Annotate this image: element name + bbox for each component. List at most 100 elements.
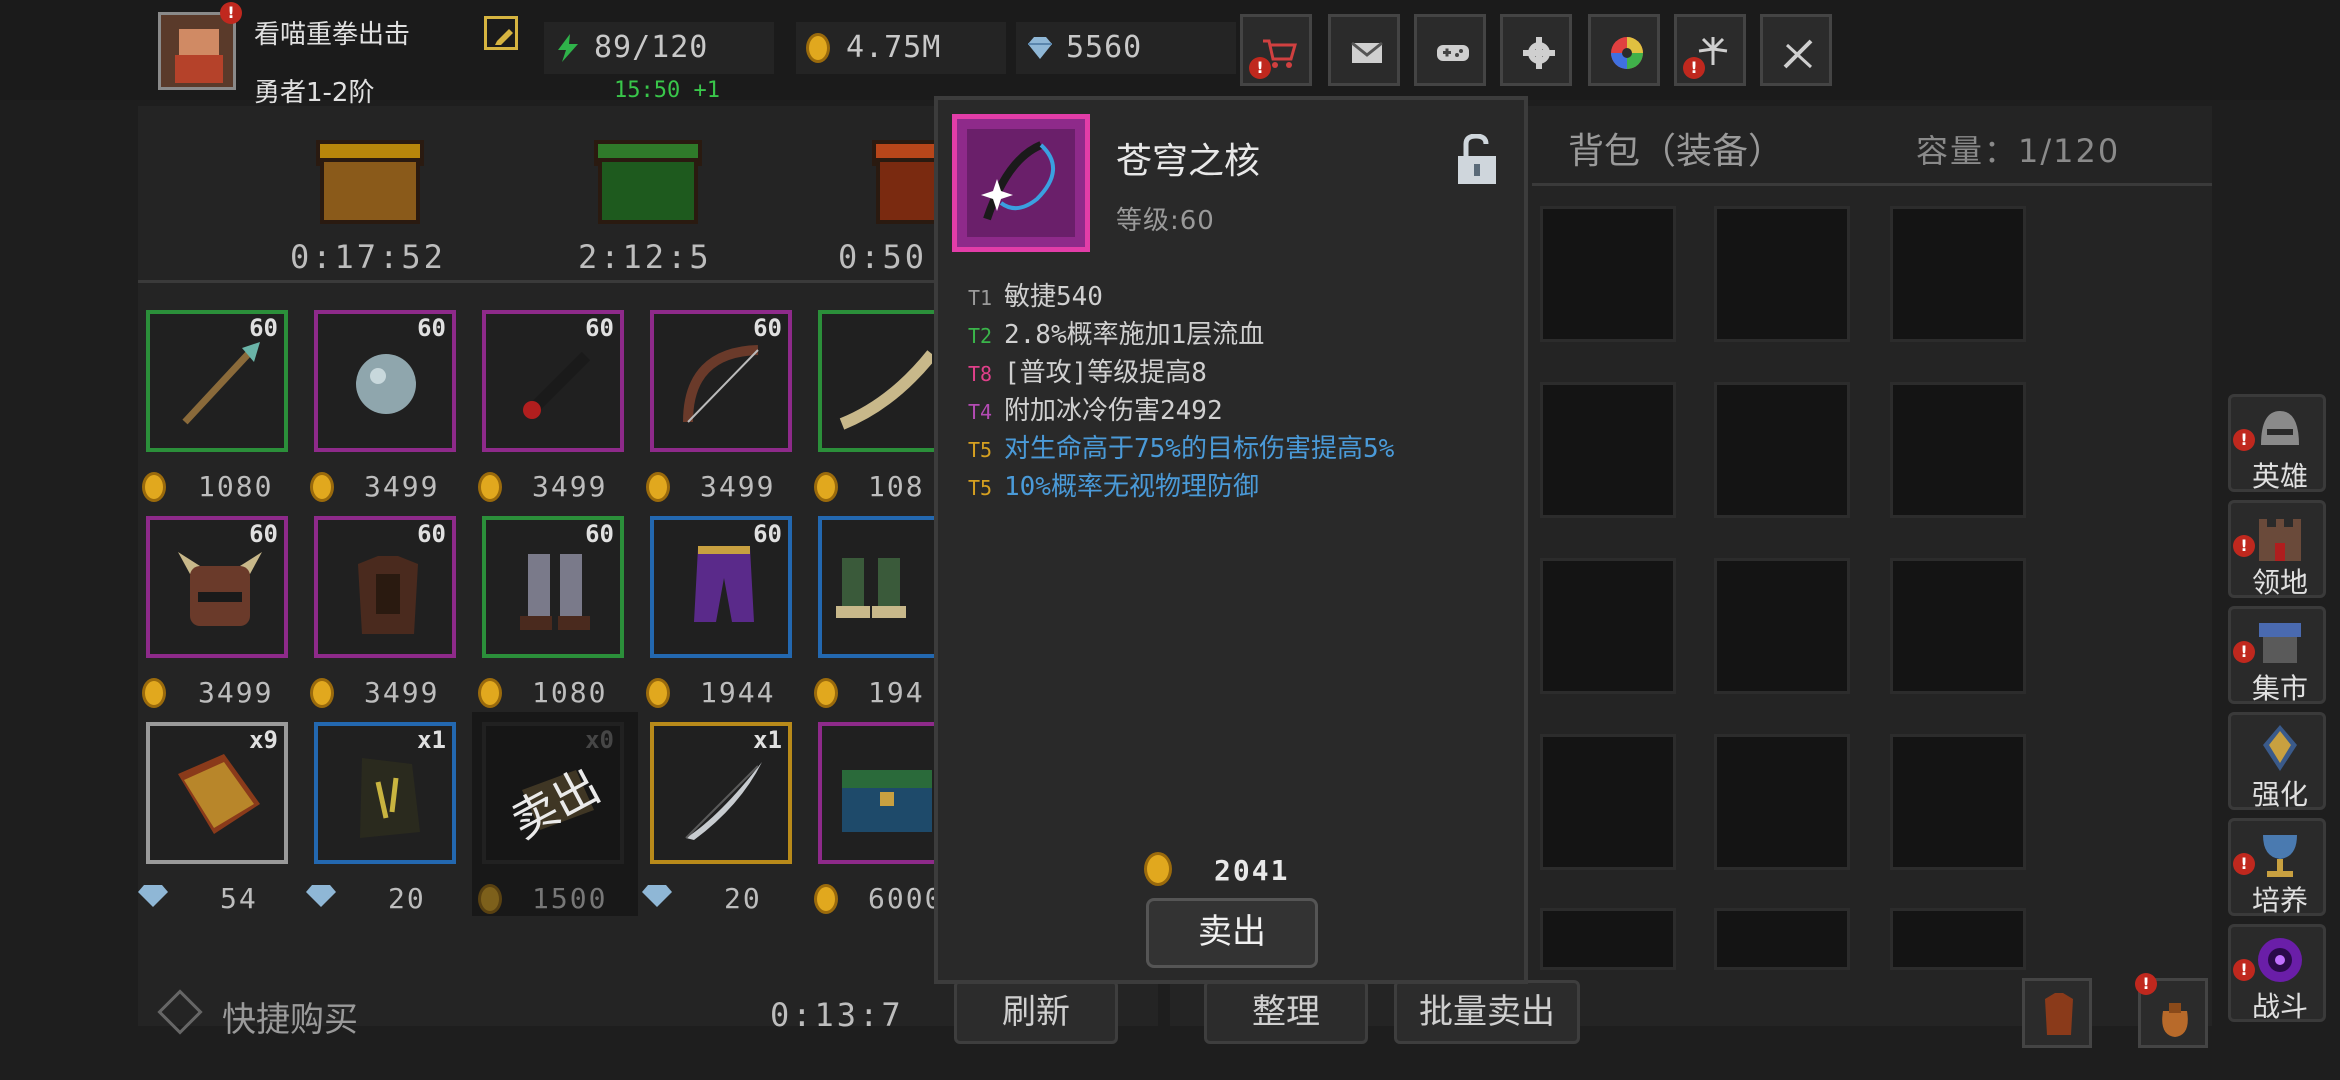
stamina-value: 89/120 xyxy=(594,30,709,65)
sort-button[interactable]: 整理 xyxy=(1204,980,1368,1044)
item-attribute: T8 [普攻]等级提高8 xyxy=(968,352,1207,389)
fireworks-button[interactable]: ! xyxy=(1674,14,1746,86)
shop-item-bow[interactable]: 60 xyxy=(650,310,792,452)
bag-divider xyxy=(1532,183,2212,186)
bulk-sell-button[interactable]: 批量卖出 xyxy=(1394,980,1580,1044)
side-nav-hero[interactable]: ! 英雄 xyxy=(2228,394,2326,493)
chest-body xyxy=(598,158,698,224)
bag-slot[interactable] xyxy=(1890,558,2026,694)
gold-coin-icon xyxy=(310,472,334,502)
material-alert-icon: ! xyxy=(2135,973,2157,995)
attribute-tier: T1 xyxy=(968,286,993,310)
chest-timer-2: 2:12:5 xyxy=(578,238,712,276)
shop-item-spear[interactable]: 60 xyxy=(146,310,288,452)
sword-cancel-icon xyxy=(1783,39,1813,69)
bag-slot[interactable] xyxy=(1714,734,1850,870)
shop-item-dagger[interactable]: 60 xyxy=(482,310,624,452)
boots-icon xyxy=(836,558,906,618)
shop-item-pants[interactable]: 60 xyxy=(650,516,792,658)
player-avatar[interactable] xyxy=(158,12,236,90)
stamina-display: 89/120 xyxy=(544,22,774,74)
shop-item-greaves[interactable]: 60 xyxy=(482,516,624,658)
color-wheel-button[interactable] xyxy=(1588,14,1660,86)
edit-name-icon[interactable] xyxy=(484,16,518,50)
shop-item-rune-stone[interactable]: x1 xyxy=(314,722,456,864)
attribute-tier: T8 xyxy=(968,362,993,386)
bag-slot[interactable] xyxy=(1890,206,2026,342)
diamond-icon xyxy=(642,885,672,907)
shop-cart-button[interactable]: ! xyxy=(1240,14,1312,86)
cart-alert-icon: ! xyxy=(1249,57,1271,79)
item-attribute: T5 10%概率无视物理防御 xyxy=(968,466,1259,503)
side-nav-enhance[interactable]: 强化 xyxy=(2228,712,2326,811)
gold-coin-icon xyxy=(478,678,502,708)
armor-filter-icon xyxy=(2045,993,2073,1035)
bag-title: 背包（装备） xyxy=(1568,131,1785,172)
refresh-button[interactable]: 刷新 xyxy=(954,980,1118,1044)
bag-slot[interactable] xyxy=(1890,908,2026,970)
gamepad-button[interactable] xyxy=(1414,14,1486,86)
bag-slot[interactable] xyxy=(1714,382,1850,518)
side-nav-market[interactable]: ! 集市 xyxy=(2228,606,2326,705)
player-rank: 勇者1-2阶 xyxy=(254,78,375,108)
item-price: 108 xyxy=(868,470,925,503)
shop-item-armor[interactable]: 60 xyxy=(314,516,456,658)
refresh-timer: 0:13:7 xyxy=(770,996,904,1034)
settings-button[interactable] xyxy=(1500,14,1572,86)
top-bar: ! 看喵重拳出击 勇者1-2阶 89/120 15:50 +1 4.75M 55… xyxy=(0,0,2340,108)
side-nav-territory[interactable]: ! 领地 xyxy=(2228,500,2326,599)
shop-item-treasure-chest[interactable] xyxy=(818,722,934,864)
bag-slot[interactable] xyxy=(1890,382,2026,518)
shop-item-book[interactable]: x9 xyxy=(146,722,288,864)
gold-coin-icon xyxy=(310,678,334,708)
diamond-icon xyxy=(1028,37,1052,59)
chest-timer-1: 0:17:52 xyxy=(290,238,446,276)
gold-coin-icon xyxy=(646,472,670,502)
item-price: 1080 xyxy=(532,676,608,709)
shop-item-feather[interactable]: x1 xyxy=(650,722,792,864)
side-nav-battle[interactable]: ! 战斗 xyxy=(2228,924,2326,1023)
shop-item-boots[interactable] xyxy=(818,516,934,658)
gold-coin-icon xyxy=(142,472,166,502)
attribute-tier: T2 xyxy=(968,324,993,348)
attribute-tier: T4 xyxy=(968,400,993,424)
mail-icon xyxy=(1351,41,1383,63)
bag-slot[interactable] xyxy=(1540,734,1676,870)
item-price: 20 xyxy=(388,882,426,915)
bag-slot[interactable] xyxy=(1714,908,1850,970)
gold-display: 4.75M xyxy=(796,22,1006,74)
chest-jade[interactable] xyxy=(588,128,708,228)
attribute-text: 2.8%概率施加1层流血 xyxy=(1004,320,1265,350)
gold-coin-icon xyxy=(142,678,166,708)
diamond-icon xyxy=(306,885,336,907)
bag-slot[interactable] xyxy=(1890,734,2026,870)
enhance-crystal-icon xyxy=(2263,725,2297,771)
shop-item-scythe[interactable] xyxy=(818,310,934,452)
shop-item-helmet[interactable]: 60 xyxy=(146,516,288,658)
rune-stone-icon xyxy=(360,758,420,838)
side-nav-cultivate[interactable]: ! 培养 xyxy=(2228,818,2326,917)
chest-wooden[interactable] xyxy=(310,128,430,228)
bag-slot[interactable] xyxy=(1540,908,1676,970)
sword-cancel-button[interactable] xyxy=(1760,14,1832,86)
side-nav-label: 培养 xyxy=(2251,884,2308,917)
item-attribute: T5 对生命高于75%的目标伤害提高5% xyxy=(968,428,1394,465)
color-wheel-icon xyxy=(1611,37,1643,69)
equipment-filter-button[interactable] xyxy=(2022,978,2092,1048)
bag-slot[interactable] xyxy=(1540,206,1676,342)
shop-item-orb[interactable]: 60 xyxy=(314,310,456,452)
item-price: 194 xyxy=(868,676,925,709)
bag-slot[interactable] xyxy=(1540,558,1676,694)
mail-button[interactable] xyxy=(1328,14,1400,86)
chest-timer-3: 0:50 xyxy=(838,238,928,276)
gold-coin-icon xyxy=(814,678,838,708)
cultivate-alert-icon: ! xyxy=(2233,853,2255,875)
item-attribute: T1 敏捷540 xyxy=(968,276,1103,313)
bag-slot[interactable] xyxy=(1714,206,1850,342)
unlock-icon[interactable] xyxy=(1456,134,1498,186)
hero-helmet-icon xyxy=(2261,411,2299,445)
material-filter-button[interactable]: ! xyxy=(2135,973,2208,1048)
bag-slot[interactable] xyxy=(1540,382,1676,518)
bag-slot[interactable] xyxy=(1714,558,1850,694)
sell-button[interactable]: 卖出 xyxy=(1146,898,1318,968)
